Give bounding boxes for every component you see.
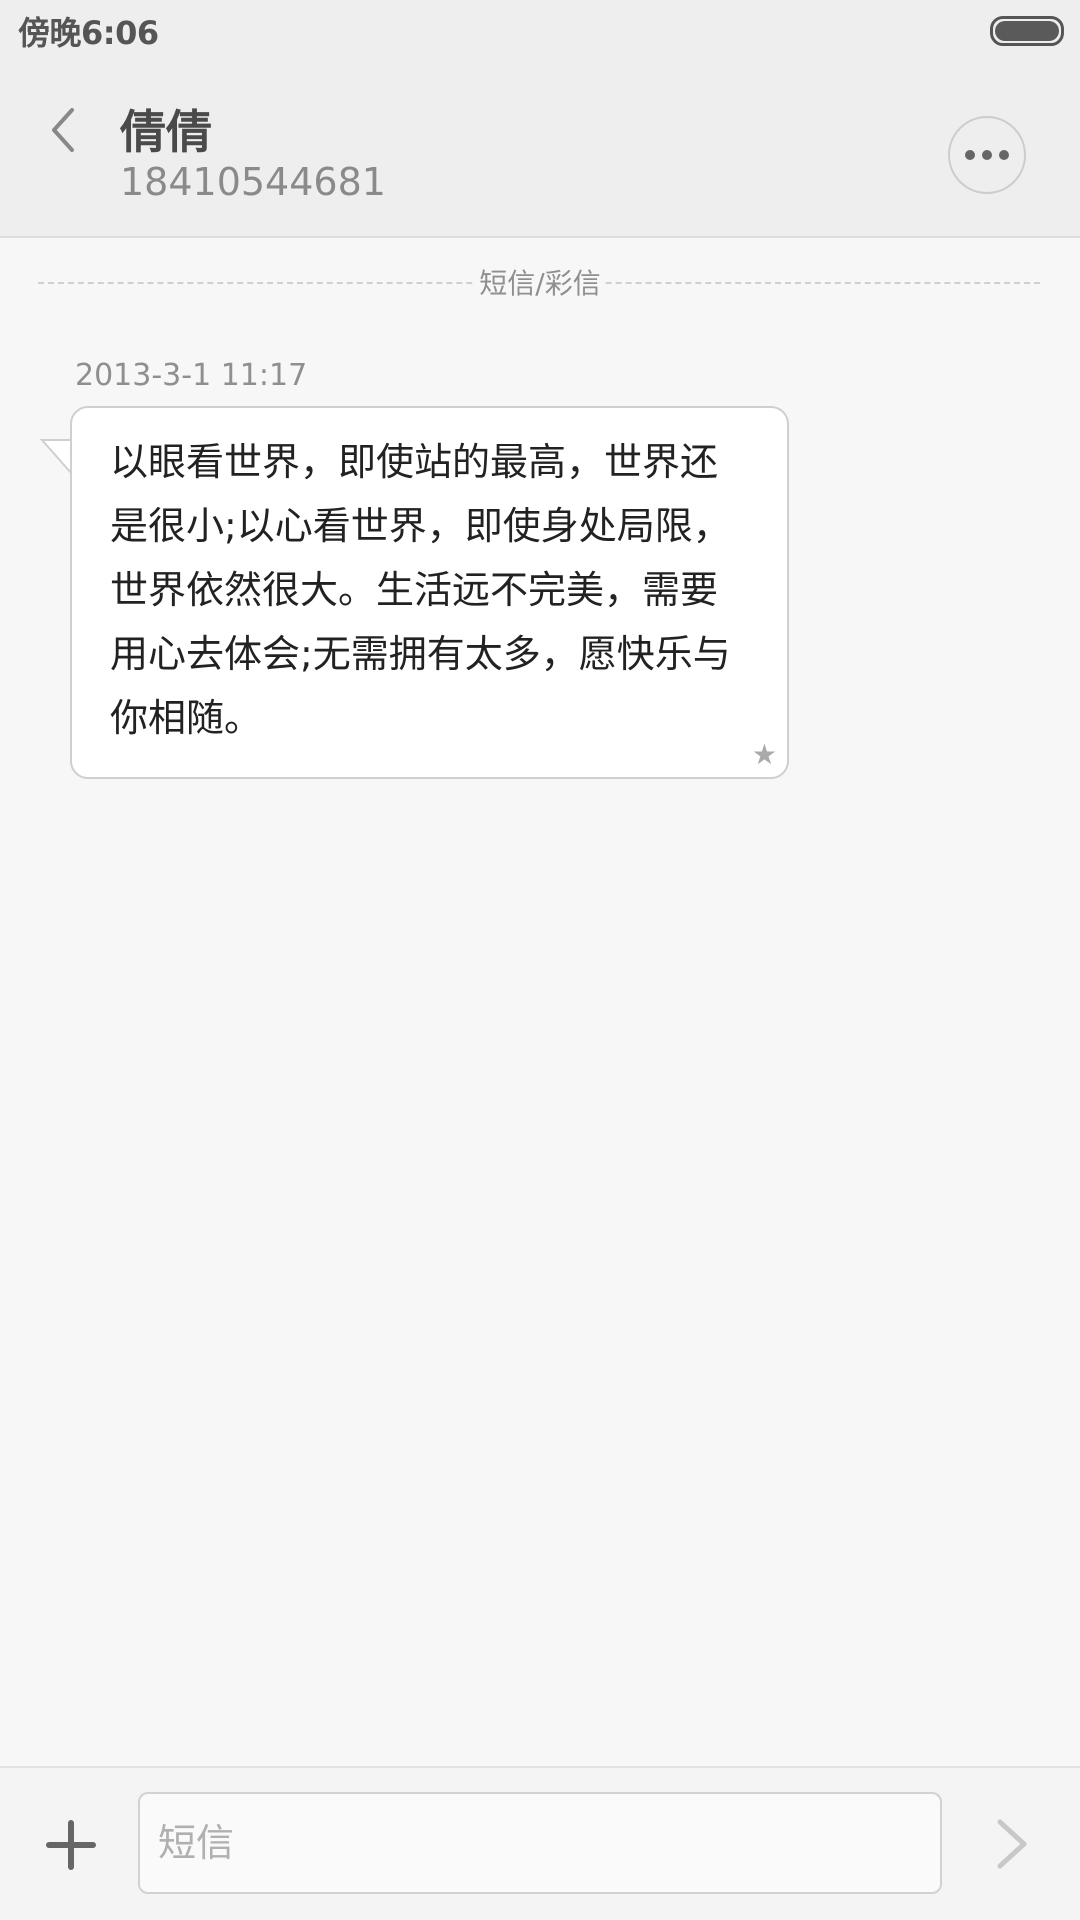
bubble-tail xyxy=(40,439,74,476)
message-timestamp: 2013-3-1 11:17 xyxy=(75,358,308,393)
composer-bar xyxy=(0,1766,1080,1920)
status-bar: 傍晚6:06 xyxy=(0,0,1080,60)
chevron-left-icon xyxy=(52,108,74,152)
more-dots-icon xyxy=(982,150,992,160)
status-time: 傍晚6:06 xyxy=(18,14,159,52)
more-dots-icon xyxy=(965,150,975,160)
message-bubble[interactable]: 以眼看世界，即使站的最高，世界还是很小;以心看世界，即使身处局限，世界依然很大。… xyxy=(70,406,789,779)
sms-input[interactable] xyxy=(138,1792,942,1894)
more-dots-icon xyxy=(999,150,1009,160)
send-button[interactable] xyxy=(990,1816,1034,1872)
battery-full-icon xyxy=(990,16,1064,46)
plus-icon xyxy=(46,1820,96,1870)
battery-level xyxy=(995,21,1059,41)
channel-divider: 短信/彩信 xyxy=(0,262,1080,302)
messaging-screen: 傍晚6:06 倩倩 18410544681 短信/彩信 2013-3-1 11:… xyxy=(0,0,1080,1920)
conversation-header: 倩倩 18410544681 xyxy=(0,60,1080,238)
channel-label: 短信/彩信 xyxy=(475,267,605,300)
back-button[interactable] xyxy=(40,100,90,160)
more-options-button[interactable] xyxy=(948,116,1026,194)
message-text: 以眼看世界，即使站的最高，世界还是很小;以心看世界，即使身处局限，世界依然很大。… xyxy=(110,440,731,740)
contact-name[interactable]: 倩倩 xyxy=(120,96,212,162)
add-attachment-button[interactable] xyxy=(44,1818,98,1872)
send-arrow-icon xyxy=(997,1819,1027,1869)
contact-number[interactable]: 18410544681 xyxy=(120,160,386,204)
star-icon: ★ xyxy=(751,738,777,771)
